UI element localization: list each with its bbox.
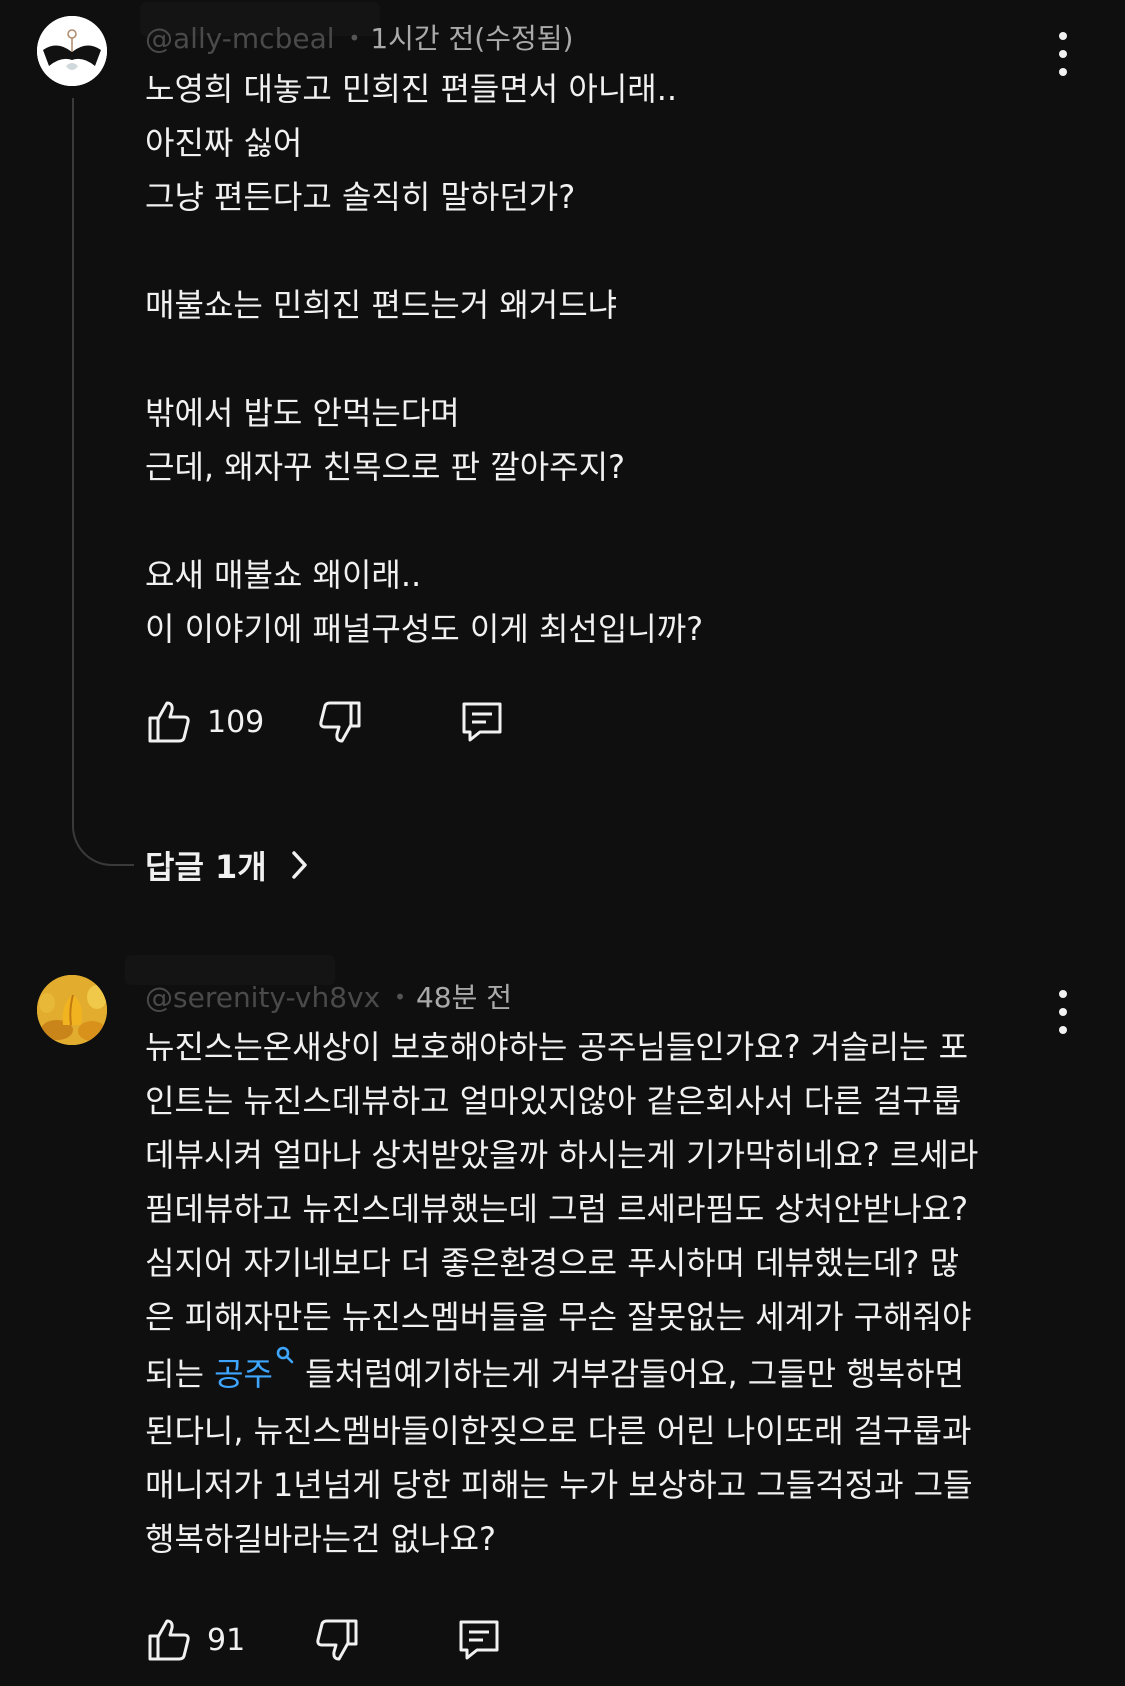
comment-line-with-link: 되는 공주 들처럼예기하는게 거부감들어요, 그들만 행복하면: [145, 1344, 1045, 1404]
comment-time: 48분 전: [415, 981, 513, 1014]
comment-author[interactable]: @ally-mcbeal: [145, 22, 335, 55]
thread-connector: [72, 98, 134, 866]
comment-line: 요새 매불쇼 왜이래..: [145, 556, 422, 594]
comment-line: [145, 224, 1045, 278]
comment-meta: @ally-mcbeal • 1시간 전(수정됨): [145, 20, 573, 57]
comment-time: 1시간 전(수정됨): [370, 22, 574, 55]
search-link-text: 공주: [214, 1355, 273, 1393]
comment-line: 뉴진스는온새상이 보호해야하는 공주님들인가요? 거슬리는 포: [145, 1028, 969, 1066]
comment-line: 인트는 뉴진스데뷰하고 얼마있지않아 같은회사서 다른 걸구룹: [145, 1082, 962, 1120]
comment-author[interactable]: @serenity-vh8vx: [145, 981, 380, 1014]
comment-line: 핌데뷰하고 뉴진스데뷰했는데 그럼 르세라핌도 상처안받나요?: [145, 1190, 969, 1228]
thumbs-up-icon[interactable]: [145, 1616, 193, 1664]
search-icon: [276, 1346, 294, 1364]
separator-dot: •: [348, 26, 361, 50]
more-vert-icon[interactable]: [1053, 990, 1073, 1034]
comment-line: 데뷰시켜 얼마나 상처받았을까 하시는게 기가막히네요? 르세라: [145, 1136, 979, 1174]
comment-line: 노영희 대놓고 민희진 편들면서 아니래..: [145, 70, 678, 108]
like-count: 91: [207, 1622, 246, 1658]
thumbs-down-icon[interactable]: [313, 1616, 361, 1664]
replies-label: 답글 1개: [145, 848, 267, 886]
comment-line: [145, 332, 1045, 386]
like-count: 109: [207, 704, 265, 740]
separator-dot: •: [394, 985, 406, 1009]
comment-body: 뉴진스는온새상이 보호해야하는 공주님들인가요? 거슬리는 포 인트는 뉴진스데…: [145, 1020, 1045, 1566]
comment-line: 그냥 편든다고 솔직히 말하던가?: [145, 178, 576, 216]
comment-line: 된다니, 뉴진스멤바들이한짖으로 다른 어린 나이또래 걸구룹과: [145, 1412, 972, 1450]
comment-line: 밖에서 밥도 안먹는다며: [145, 394, 460, 432]
comment-actions: 91: [145, 1614, 503, 1666]
thumbs-up-icon[interactable]: [145, 698, 193, 746]
comment-icon[interactable]: [455, 1616, 503, 1664]
avatar[interactable]: [37, 16, 107, 86]
search-link[interactable]: 공주: [214, 1346, 295, 1393]
comment-actions: 109: [145, 696, 506, 748]
comment-line: 매니저가 1년넘게 당한 피해는 누가 보상하고 그들걱정과 그들: [145, 1466, 973, 1504]
comment-line: 근데, 왜자꾸 친목으로 판 깔아주지?: [145, 448, 626, 486]
comment-line: [145, 494, 1045, 548]
text-segment: 들처럼예기하는게 거부감들어요, 그들만 행복하면: [294, 1355, 965, 1393]
text-segment: 되는: [145, 1355, 215, 1393]
comment-line: 이 이야기에 패널구성도 이게 최선입니까?: [145, 610, 704, 648]
comment-line: 매불쇼는 민희진 편드는거 왜거드냐: [145, 286, 618, 324]
thumbs-down-icon[interactable]: [316, 698, 364, 746]
chevron-right-icon: [291, 851, 307, 879]
more-vert-icon[interactable]: [1053, 32, 1073, 76]
comment-line: 은 피해자만든 뉴진스멤버들을 무슨 잘못없는 세계가 구해줘야: [145, 1298, 972, 1336]
comment-meta: @serenity-vh8vx • 48분 전: [145, 979, 512, 1016]
comment-line: 아진짜 싫어: [145, 124, 303, 162]
avatar[interactable]: [37, 975, 107, 1045]
comment-line: 행복하길바라는건 없나요?: [145, 1520, 496, 1558]
comment-body: 노영희 대놓고 민희진 편들면서 아니래.. 아진짜 싫어 그냥 편든다고 솔직…: [145, 62, 1045, 656]
comment-icon[interactable]: [458, 698, 506, 746]
comment-line: 심지어 자기네보다 더 좋은환경으로 푸시하며 데뷰했는데? 많: [145, 1244, 960, 1282]
view-replies-button[interactable]: 답글 1개: [145, 842, 313, 888]
